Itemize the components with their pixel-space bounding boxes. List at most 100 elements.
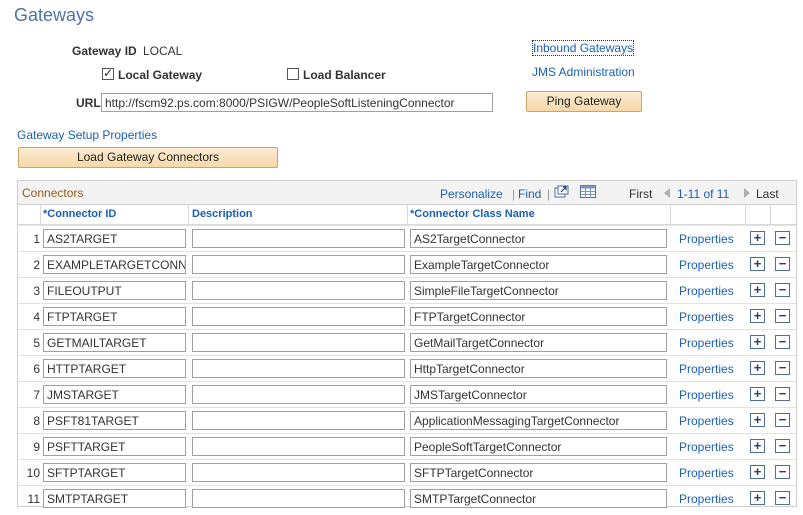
delete-row-button[interactable]: − — [775, 283, 790, 297]
delete-row-button[interactable]: − — [775, 335, 790, 349]
connector-id-input[interactable]: FTPTARGET — [43, 307, 186, 326]
minus-icon: − — [778, 464, 787, 479]
properties-link[interactable]: Properties — [679, 336, 734, 350]
properties-link[interactable]: Properties — [679, 284, 734, 298]
add-row-button[interactable]: + — [750, 361, 765, 375]
description-input[interactable] — [192, 463, 405, 482]
ping-gateway-button[interactable]: Ping Gateway — [526, 91, 642, 112]
connector-class-input[interactable]: SimpleFileTargetConnector — [410, 281, 667, 300]
connector-id-input[interactable]: FILEOUTPUT — [43, 281, 186, 300]
plus-icon: + — [753, 282, 762, 297]
connector-class-input[interactable]: AS2TargetConnector — [410, 229, 667, 248]
properties-link[interactable]: Properties — [679, 414, 734, 428]
row-number: 10 — [26, 466, 40, 480]
row-number: 5 — [33, 336, 40, 350]
description-input[interactable] — [192, 229, 405, 248]
column-divider — [188, 205, 189, 225]
connector-id-input[interactable]: JMSTARGET — [43, 385, 186, 404]
add-row-button[interactable]: + — [750, 465, 765, 479]
connector-class-input[interactable]: SFTPTargetConnector — [410, 463, 667, 482]
delete-row-button[interactable]: − — [775, 387, 790, 401]
properties-link[interactable]: Properties — [679, 440, 734, 454]
add-row-button[interactable]: + — [750, 387, 765, 401]
connector-id-input[interactable]: HTTPTARGET — [43, 359, 186, 378]
load-gateway-connectors-button[interactable]: Load Gateway Connectors — [18, 147, 278, 168]
add-row-button[interactable]: + — [750, 491, 765, 505]
add-row-button[interactable]: + — [750, 257, 765, 271]
delete-row-button[interactable]: − — [775, 257, 790, 271]
delete-row-button[interactable]: − — [775, 231, 790, 245]
delete-row-button[interactable]: − — [775, 309, 790, 323]
connector-class-input[interactable]: ExampleTargetConnector — [410, 255, 667, 274]
description-input[interactable] — [192, 359, 405, 378]
connector-id-input[interactable]: SMTPTARGET — [43, 489, 186, 508]
row-number: 8 — [33, 414, 40, 428]
column-divider — [407, 205, 408, 225]
delete-row-button[interactable]: − — [775, 439, 790, 453]
table-row: 3 FILEOUTPUT SimpleFileTargetConnector Prop… — [18, 277, 796, 303]
column-header-description[interactable]: Description — [192, 208, 253, 220]
connector-class-input[interactable]: GetMailTargetConnector — [410, 333, 667, 352]
first-label: First — [629, 187, 653, 201]
inbound-gateways-link[interactable]: Inbound Gateways — [531, 40, 635, 56]
connector-class-input[interactable]: SMTPTargetConnector — [410, 489, 667, 508]
add-row-button[interactable]: + — [750, 231, 765, 245]
add-row-button[interactable]: + — [750, 335, 765, 349]
column-header-connector-id[interactable]: *Connector ID — [43, 208, 116, 220]
download-grid-icon[interactable] — [580, 185, 596, 198]
add-row-button[interactable]: + — [750, 283, 765, 297]
jms-administration-link[interactable]: JMS Administration — [532, 65, 635, 79]
connector-class-input[interactable]: PeopleSoftTargetConnector — [410, 437, 667, 456]
add-row-button[interactable]: + — [750, 439, 765, 453]
delete-row-button[interactable]: − — [775, 361, 790, 375]
connector-id-input[interactable]: PSFTTARGET — [43, 437, 186, 456]
description-input[interactable] — [192, 333, 405, 352]
description-input[interactable] — [192, 385, 405, 404]
table-row: 9 PSFTTARGET PeopleSoftTargetConnector Prop… — [18, 433, 796, 459]
description-input[interactable] — [192, 411, 405, 430]
table-row: 7 JMSTARGET JMSTargetConnector Properties + − — [18, 381, 796, 407]
local-gateway-checkbox[interactable]: ✓ — [102, 66, 114, 83]
row-number: 3 — [33, 284, 40, 298]
add-row-button[interactable]: + — [750, 309, 765, 323]
find-link[interactable]: Find — [518, 187, 541, 201]
nav-separator: | — [512, 187, 516, 201]
description-input[interactable] — [192, 281, 405, 300]
properties-link[interactable]: Properties — [679, 258, 734, 272]
minus-icon: − — [778, 438, 787, 453]
connector-id-input[interactable]: AS2TARGET — [43, 229, 186, 248]
properties-link[interactable]: Properties — [679, 362, 734, 376]
properties-link[interactable]: Properties — [679, 492, 734, 506]
checkbox-box[interactable]: ✓ — [102, 66, 114, 80]
connector-class-input[interactable]: JMSTargetConnector — [410, 385, 667, 404]
connector-id-input[interactable]: EXAMPLETARGETCONNE — [43, 255, 186, 274]
table-row: 5 GETMAILTARGET GetMailTargetConnector Prop… — [18, 329, 796, 355]
connector-id-input[interactable]: GETMAILTARGET — [43, 333, 186, 352]
column-header-connector-class[interactable]: *Connector Class Name — [410, 208, 535, 220]
checkbox-box[interactable] — [287, 68, 299, 80]
connector-class-input[interactable]: ApplicationMessagingTargetConnector — [410, 411, 667, 430]
connector-id-input[interactable]: SFTPTARGET — [43, 463, 186, 482]
properties-link[interactable]: Properties — [679, 232, 734, 246]
properties-link[interactable]: Properties — [679, 388, 734, 402]
description-input[interactable] — [192, 437, 405, 456]
delete-row-button[interactable]: − — [775, 491, 790, 505]
delete-row-button[interactable]: − — [775, 413, 790, 427]
properties-link[interactable]: Properties — [679, 466, 734, 480]
personalize-link[interactable]: Personalize — [440, 187, 503, 201]
table-row: 6 HTTPTARGET HttpTargetConnector Properties… — [18, 355, 796, 381]
new-window-icon[interactable] — [554, 185, 569, 198]
url-input[interactable]: http://fscm92.ps.com:8000/PSIGW/PeopleSo… — [101, 93, 493, 112]
properties-link[interactable]: Properties — [679, 310, 734, 324]
connector-class-input[interactable]: HttpTargetConnector — [410, 359, 667, 378]
description-input[interactable] — [192, 255, 405, 274]
description-input[interactable] — [192, 489, 405, 508]
load-balancer-checkbox[interactable] — [287, 68, 299, 83]
connector-class-input[interactable]: FTPTargetConnector — [410, 307, 667, 326]
connector-id-input[interactable]: PSFT81TARGET — [43, 411, 186, 430]
delete-row-button[interactable]: − — [775, 465, 790, 479]
checkmark-icon: ✓ — [103, 66, 114, 80]
description-input[interactable] — [192, 307, 405, 326]
add-row-button[interactable]: + — [750, 413, 765, 427]
gateway-setup-properties-link[interactable]: Gateway Setup Properties — [17, 128, 157, 142]
